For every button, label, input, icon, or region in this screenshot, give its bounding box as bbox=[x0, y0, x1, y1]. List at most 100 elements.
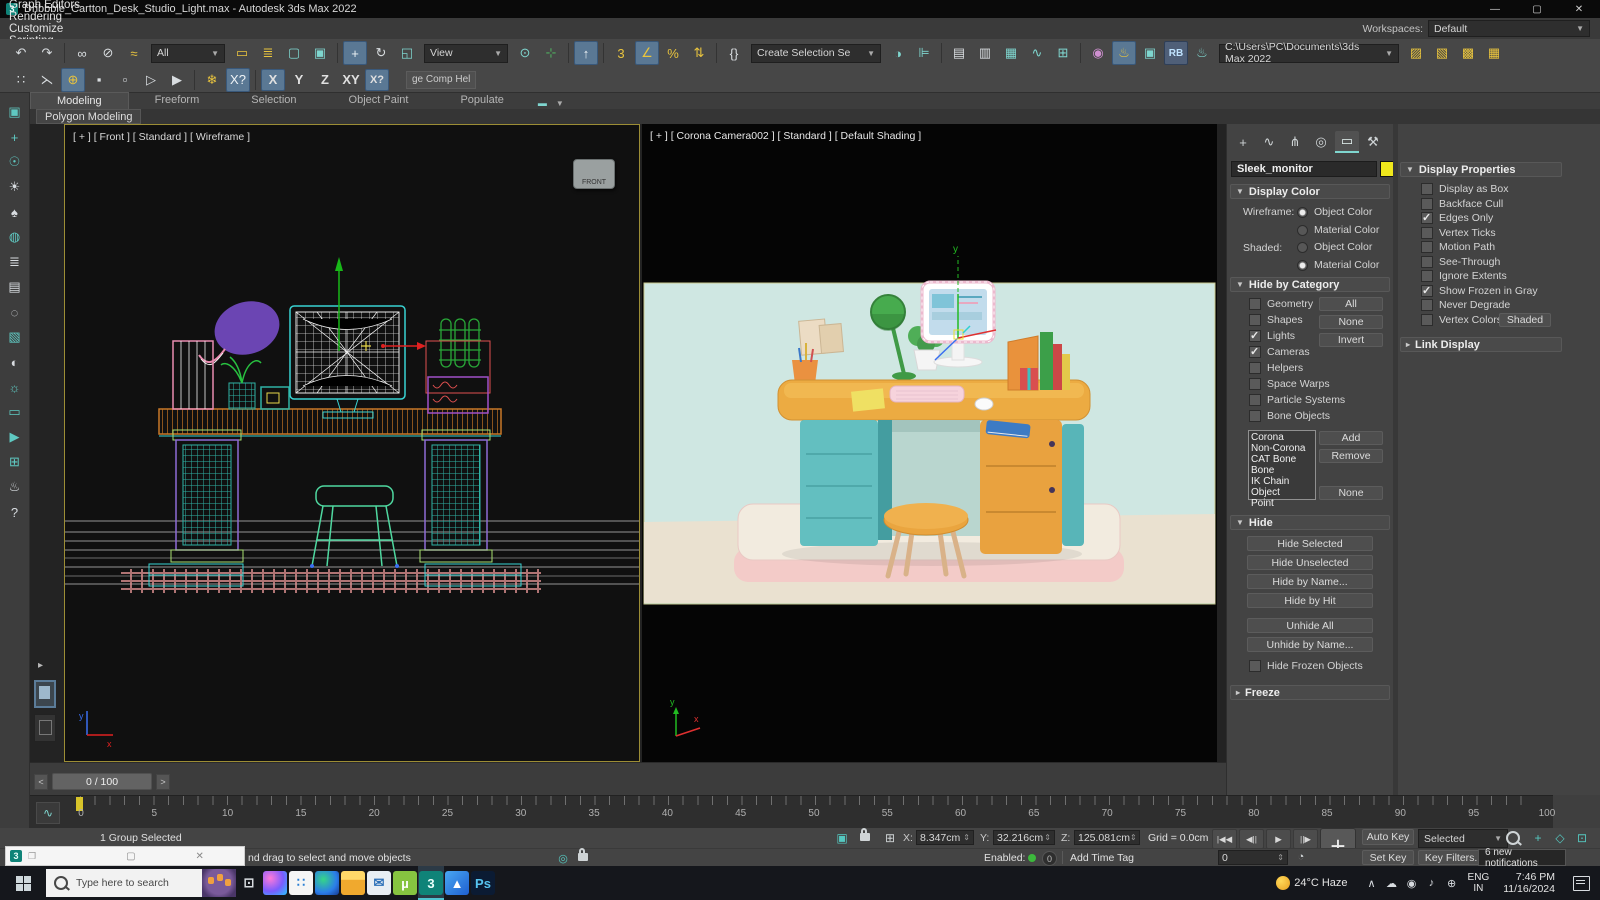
close-icon[interactable]: ✕ bbox=[196, 851, 204, 862]
object-name-field[interactable]: Sleek_monitor bbox=[1231, 161, 1377, 177]
ribbon-config-icon[interactable]: ▬▼ bbox=[538, 97, 564, 109]
hide-button[interactable]: Hide Selected bbox=[1247, 536, 1373, 551]
toolbar-icon[interactable]: ◱ bbox=[395, 41, 419, 65]
ribbon-tab[interactable]: Object Paint bbox=[323, 92, 435, 108]
tray-icon[interactable]: ☁ bbox=[1382, 877, 1402, 890]
menu-item[interactable]: Graph Editors bbox=[0, 0, 120, 11]
axis-constraint-button[interactable]: Y bbox=[287, 69, 311, 91]
command-panel-tab[interactable]: ◎ bbox=[1309, 131, 1333, 153]
mini-curve-editor-button[interactable]: ∿ bbox=[36, 802, 60, 824]
selection-filter-dropdown[interactable]: All▼ bbox=[151, 44, 225, 63]
axis-constraint-button[interactable]: XY bbox=[339, 69, 363, 91]
time-slider[interactable]: 0 / 100 bbox=[52, 773, 152, 790]
snap-icon[interactable]: ▷ bbox=[139, 68, 163, 92]
radio-option[interactable]: Object Color bbox=[1297, 204, 1379, 220]
toolbar-icon[interactable]: ↷ bbox=[35, 41, 59, 65]
orbit-icon[interactable]: ◇ bbox=[1552, 830, 1568, 846]
radio-option[interactable]: Material Color bbox=[1297, 222, 1379, 238]
x-coordinate-field[interactable]: 8.347cm⇕ bbox=[916, 830, 974, 845]
hide-frozen-checkbox[interactable]: Hide Frozen Objects bbox=[1249, 658, 1363, 674]
rollout-freeze[interactable]: ▸Freeze bbox=[1230, 685, 1390, 700]
toolbar-icon[interactable]: ⊞ bbox=[1051, 41, 1075, 65]
toolbar-icon[interactable]: 3 bbox=[609, 41, 633, 65]
vray-toolbar-icon[interactable]: ≣ bbox=[4, 251, 26, 273]
snap-icon[interactable]: ▶ bbox=[165, 68, 189, 92]
category-list-item[interactable]: CAT Bone bbox=[1251, 454, 1313, 465]
panel-divider[interactable] bbox=[1393, 124, 1398, 795]
reference-coordinate-dropdown[interactable]: View▼ bbox=[424, 44, 508, 63]
rollout-display-properties[interactable]: ▼Display Properties bbox=[1400, 162, 1562, 177]
category-list-button[interactable]: Remove bbox=[1319, 449, 1383, 463]
snap-icon[interactable]: X? bbox=[226, 68, 250, 92]
vray-toolbar-icon[interactable]: ♨ bbox=[4, 476, 26, 498]
category-list-item[interactable]: IK Chain Object bbox=[1251, 476, 1313, 498]
pan-icon[interactable]: + bbox=[1530, 830, 1546, 846]
toolbar-icon[interactable]: ≣ bbox=[256, 41, 280, 65]
display-property-checkbox[interactable]: Never Degrade bbox=[1421, 298, 1538, 313]
toolbar-icon[interactable]: ⊙ bbox=[513, 41, 537, 65]
toolbar-icon[interactable]: ▣ bbox=[308, 41, 332, 65]
ribbon-tab[interactable]: Modeling bbox=[30, 92, 129, 109]
display-property-checkbox[interactable]: See-Through bbox=[1421, 255, 1538, 270]
current-frame-field[interactable]: 0⇕ bbox=[1218, 850, 1288, 865]
menu-item[interactable]: Rendering bbox=[0, 11, 120, 23]
toolbar-icon[interactable]: RB bbox=[1164, 41, 1188, 65]
named-selection-sets-dropdown[interactable]: Create Selection Se▼ bbox=[751, 44, 881, 63]
selection-lock-toggle-icon[interactable] bbox=[578, 848, 588, 866]
vray-toolbar-icon[interactable]: ☀ bbox=[4, 176, 26, 198]
playback-button[interactable]: ||▶ bbox=[1293, 829, 1318, 849]
absolute-offset-toggle-icon[interactable]: ⊞ bbox=[882, 830, 898, 846]
set-key-button[interactable]: Set Key bbox=[1362, 850, 1414, 865]
y-coordinate-field[interactable]: 32.216cm⇕ bbox=[993, 830, 1055, 845]
vray-toolbar-icon[interactable]: ⊞ bbox=[4, 451, 26, 473]
command-panel-tab[interactable]: + bbox=[1231, 131, 1255, 153]
start-button[interactable] bbox=[0, 866, 46, 900]
axis-constraint-button[interactable]: X bbox=[261, 69, 285, 91]
vray-toolbar-icon[interactable]: ◌ bbox=[4, 301, 26, 323]
display-property-checkbox[interactable]: Show Frozen in Gray bbox=[1421, 284, 1538, 299]
menu-item[interactable]: Customize bbox=[0, 23, 120, 35]
vray-toolbar-icon[interactable]: ▭ bbox=[4, 401, 26, 423]
toolbar-icon[interactable]: {} bbox=[722, 41, 746, 65]
toolbar-icon[interactable]: ⊹ bbox=[539, 41, 563, 65]
ribbon-tab[interactable]: Freeform bbox=[129, 92, 226, 108]
language-indicator[interactable]: ENGIN bbox=[1468, 872, 1490, 894]
taskbar-app[interactable]: ▲ bbox=[444, 866, 470, 900]
command-panel-tab[interactable]: ▭ bbox=[1335, 131, 1359, 153]
toolbar-icon[interactable]: + bbox=[343, 41, 367, 65]
tray-icon[interactable]: ◉ bbox=[1402, 877, 1422, 890]
rollout-link-display[interactable]: ▸Link Display bbox=[1400, 337, 1562, 352]
toolbar-icon[interactable]: ♨ bbox=[1190, 41, 1214, 65]
display-property-checkbox[interactable]: Edges Only bbox=[1421, 211, 1538, 226]
toolbar-icon[interactable]: ≈ bbox=[122, 41, 146, 65]
playback-button[interactable]: ◀|| bbox=[1239, 829, 1264, 849]
toolbar-icon[interactable]: ▧ bbox=[1430, 41, 1454, 65]
category-checkbox[interactable]: Helpers bbox=[1249, 360, 1345, 376]
clock[interactable]: 7:46 PM11/16/2024 bbox=[1503, 871, 1555, 895]
next-frame-button[interactable]: > bbox=[156, 774, 170, 790]
category-list-item[interactable]: Point bbox=[1251, 498, 1313, 509]
vray-toolbar-icon[interactable]: + bbox=[4, 126, 26, 148]
search-highlight-image[interactable] bbox=[202, 869, 236, 897]
toolbar-icon[interactable]: ▩ bbox=[1456, 41, 1480, 65]
vray-toolbar-icon[interactable]: ♠ bbox=[4, 201, 26, 223]
toolbar-icon[interactable]: ▣ bbox=[1138, 41, 1162, 65]
enabled-zero-badge[interactable]: 0 bbox=[1042, 851, 1057, 866]
toolbar-icon[interactable]: ▦ bbox=[1482, 41, 1506, 65]
rollout-hide-by-category[interactable]: ▼Hide by Category bbox=[1230, 277, 1390, 292]
rollout-display-color[interactable]: ▼Display Color bbox=[1230, 184, 1390, 199]
axis-constraint-extra-button[interactable]: X? bbox=[365, 69, 389, 91]
project-folder-dropdown[interactable]: C:\Users\PC\Documents\3ds Max 2022▼ bbox=[1219, 44, 1399, 63]
category-button[interactable]: None bbox=[1319, 315, 1383, 329]
snap-icon[interactable]: ⋋ bbox=[35, 68, 59, 92]
category-button[interactable]: All bbox=[1319, 297, 1383, 311]
toolbar-icon[interactable]: ⊫ bbox=[912, 41, 936, 65]
viewport-layout-expand-icon[interactable]: ▸ bbox=[38, 660, 43, 671]
axis-constraint-button[interactable]: Z bbox=[313, 69, 337, 91]
previous-frame-button[interactable]: < bbox=[34, 774, 48, 790]
tray-icon[interactable]: ♪ bbox=[1422, 877, 1442, 890]
snap-icon[interactable]: ∷ bbox=[9, 68, 33, 92]
toolbar-icon[interactable]: ⇅ bbox=[687, 41, 711, 65]
display-property-checkbox[interactable]: Backface Cull bbox=[1421, 197, 1538, 212]
toolbar-icon[interactable]: ↻ bbox=[369, 41, 393, 65]
